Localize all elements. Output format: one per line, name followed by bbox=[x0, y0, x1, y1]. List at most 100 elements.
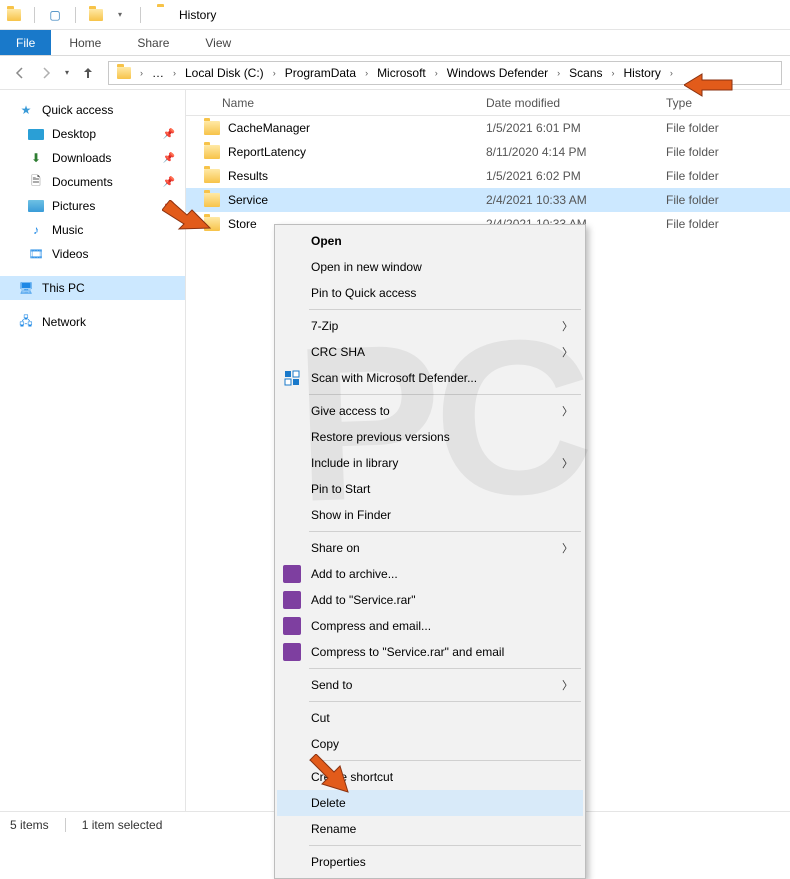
menu-pin-quick-access[interactable]: Pin to Quick access bbox=[277, 280, 583, 306]
menu-open-new-window[interactable]: Open in new window bbox=[277, 254, 583, 280]
column-header-date[interactable]: Date modified bbox=[486, 96, 666, 110]
separator bbox=[65, 818, 66, 832]
chevron-icon[interactable]: › bbox=[137, 68, 146, 78]
chevron-icon[interactable]: › bbox=[554, 68, 563, 78]
chevron-icon[interactable]: › bbox=[362, 68, 371, 78]
menu-7zip[interactable]: 7-Zip〉 bbox=[277, 313, 583, 339]
up-button[interactable] bbox=[76, 61, 100, 85]
menu-separator bbox=[309, 760, 581, 761]
address-bar[interactable]: › … › Local Disk (C:) › ProgramData › Mi… bbox=[108, 61, 782, 85]
window-title: History bbox=[179, 8, 216, 22]
breadcrumb-segment[interactable]: Scans bbox=[565, 62, 606, 84]
breadcrumb-segment[interactable]: Local Disk (C:) bbox=[181, 62, 268, 84]
separator bbox=[75, 7, 76, 23]
sidebar-item-label: Downloads bbox=[52, 151, 111, 165]
tab-share[interactable]: Share bbox=[119, 30, 187, 55]
table-row[interactable]: ReportLatency 8/11/2020 4:14 PM File fol… bbox=[186, 140, 790, 164]
file-type: File folder bbox=[666, 169, 790, 183]
menu-restore-versions[interactable]: Restore previous versions bbox=[277, 424, 583, 450]
menu-add-archive[interactable]: Add to archive... bbox=[277, 561, 583, 587]
file-list: CacheManager 1/5/2021 6:01 PM File folde… bbox=[186, 116, 790, 236]
table-row[interactable]: CacheManager 1/5/2021 6:01 PM File folde… bbox=[186, 116, 790, 140]
menu-share-on[interactable]: Share on〉 bbox=[277, 535, 583, 561]
sidebar-item-music[interactable]: ♪ Music bbox=[0, 218, 185, 242]
file-type: File folder bbox=[666, 121, 790, 135]
table-row[interactable]: Results 1/5/2021 6:02 PM File folder bbox=[186, 164, 790, 188]
menu-compress-rar-email[interactable]: Compress to "Service.rar" and email bbox=[277, 639, 583, 665]
breadcrumb-segment[interactable]: Windows Defender bbox=[443, 62, 552, 84]
menu-delete[interactable]: Delete bbox=[277, 790, 583, 816]
file-date: 8/11/2020 4:14 PM bbox=[486, 145, 666, 159]
menu-open[interactable]: Open bbox=[277, 228, 583, 254]
menu-separator bbox=[309, 668, 581, 669]
menu-include-library[interactable]: Include in library〉 bbox=[277, 450, 583, 476]
table-row[interactable]: Service 2/4/2021 10:33 AM File folder bbox=[186, 188, 790, 212]
sidebar-item-label: Documents bbox=[52, 175, 113, 189]
downloads-icon: ⬇ bbox=[28, 150, 44, 166]
column-header-type[interactable]: Type bbox=[666, 96, 790, 110]
context-menu: Open Open in new window Pin to Quick acc… bbox=[274, 224, 586, 879]
sidebar-item-downloads[interactable]: ⬇ Downloads 📌 bbox=[0, 146, 185, 170]
documents-icon: 🗎 bbox=[28, 174, 44, 190]
sidebar-network[interactable]: 🖧 Network bbox=[0, 310, 185, 334]
pin-icon: 📌 bbox=[163, 177, 175, 188]
file-date: 1/5/2021 6:02 PM bbox=[486, 169, 666, 183]
folder-icon bbox=[204, 169, 220, 183]
file-type: File folder bbox=[666, 145, 790, 159]
sidebar-item-pictures[interactable]: Pictures 📌 bbox=[0, 194, 185, 218]
menu-properties[interactable]: Properties bbox=[277, 849, 583, 875]
sidebar-item-documents[interactable]: 🗎 Documents 📌 bbox=[0, 170, 185, 194]
menu-add-rar[interactable]: Add to "Service.rar" bbox=[277, 587, 583, 613]
forward-button[interactable] bbox=[34, 61, 58, 85]
pictures-icon bbox=[28, 200, 44, 212]
menu-copy[interactable]: Copy bbox=[277, 731, 583, 757]
breadcrumb-segment[interactable]: ProgramData bbox=[281, 62, 360, 84]
sidebar-item-desktop[interactable]: Desktop 📌 bbox=[0, 122, 185, 146]
submenu-arrow-icon: 〉 bbox=[562, 344, 573, 360]
sidebar-this-pc[interactable]: 🖥 This PC bbox=[0, 276, 185, 300]
menu-compress-email[interactable]: Compress and email... bbox=[277, 613, 583, 639]
file-type: File folder bbox=[666, 217, 790, 231]
sidebar: ★ Quick access Desktop 📌 ⬇ Downloads 📌 🗎… bbox=[0, 90, 186, 811]
folder-icon bbox=[204, 121, 220, 135]
sidebar-item-videos[interactable]: 🎞 Videos bbox=[0, 242, 185, 266]
file-type: File folder bbox=[666, 193, 790, 207]
menu-create-shortcut[interactable]: Create shortcut bbox=[277, 764, 583, 790]
chevron-icon[interactable]: › bbox=[432, 68, 441, 78]
tab-view[interactable]: View bbox=[187, 30, 249, 55]
breadcrumb-root-icon[interactable] bbox=[113, 62, 135, 84]
breadcrumb-segment[interactable]: History bbox=[620, 62, 665, 84]
menu-separator bbox=[309, 309, 581, 310]
separator bbox=[140, 7, 141, 23]
chevron-icon[interactable]: › bbox=[170, 68, 179, 78]
chevron-icon[interactable]: › bbox=[667, 68, 676, 78]
sidebar-item-label: Pictures bbox=[52, 199, 95, 213]
status-selected: 1 item selected bbox=[82, 818, 163, 832]
menu-defender-scan[interactable]: Scan with Microsoft Defender... bbox=[277, 365, 583, 391]
menu-pin-start[interactable]: Pin to Start bbox=[277, 476, 583, 502]
back-button[interactable] bbox=[8, 61, 32, 85]
properties-qat-icon[interactable]: ▢ bbox=[47, 7, 63, 23]
menu-cut[interactable]: Cut bbox=[277, 705, 583, 731]
separator bbox=[34, 7, 35, 23]
breadcrumb-ellipsis[interactable]: … bbox=[148, 62, 168, 84]
menu-rename[interactable]: Rename bbox=[277, 816, 583, 842]
tab-home[interactable]: Home bbox=[51, 30, 119, 55]
file-name: ReportLatency bbox=[228, 145, 306, 159]
chevron-icon[interactable]: › bbox=[609, 68, 618, 78]
recent-locations-button[interactable]: ▾ bbox=[60, 61, 74, 85]
menu-give-access[interactable]: Give access to〉 bbox=[277, 398, 583, 424]
menu-show-in-finder[interactable]: Show in Finder bbox=[277, 502, 583, 528]
menu-send-to[interactable]: Send to〉 bbox=[277, 672, 583, 698]
menu-crc-sha[interactable]: CRC SHA〉 bbox=[277, 339, 583, 365]
breadcrumb-segment[interactable]: Microsoft bbox=[373, 62, 430, 84]
file-tab[interactable]: File bbox=[0, 30, 51, 55]
new-folder-qat-icon[interactable] bbox=[88, 7, 104, 23]
qat-dropdown-icon[interactable]: ▾ bbox=[112, 7, 128, 23]
column-header-name[interactable]: Name bbox=[186, 96, 486, 110]
sidebar-quick-access-label: Quick access bbox=[42, 103, 113, 117]
winrar-icon bbox=[283, 617, 301, 635]
sidebar-quick-access[interactable]: ★ Quick access bbox=[0, 98, 185, 122]
sidebar-this-pc-label: This PC bbox=[42, 281, 85, 295]
chevron-icon[interactable]: › bbox=[270, 68, 279, 78]
